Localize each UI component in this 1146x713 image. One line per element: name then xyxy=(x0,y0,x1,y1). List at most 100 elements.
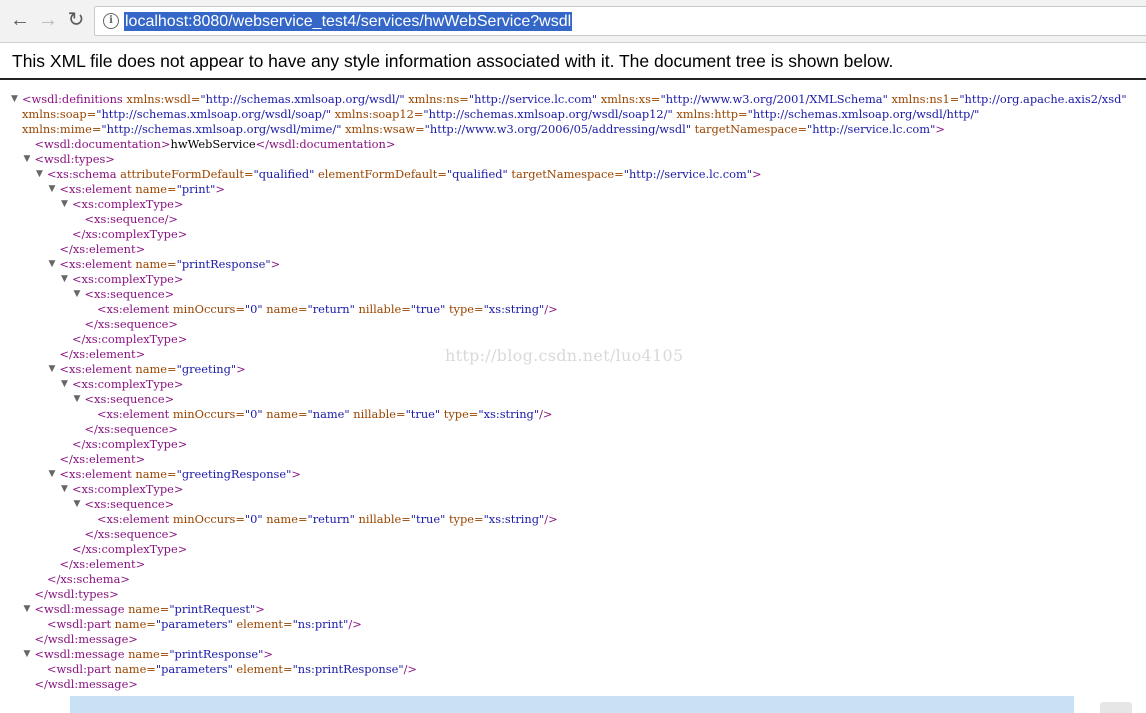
xml-attr-value: "http://org.apache.axis2/xsd" xyxy=(959,92,1127,106)
xml-attr-value: "true" xyxy=(410,302,446,316)
xml-attr-name: nillable= xyxy=(349,407,406,421)
xml-line-content: <xs:element name="greetingResponse"> xyxy=(60,467,301,482)
xml-line-content: <xs:sequence/> xyxy=(85,212,178,227)
reload-button[interactable]: ↻ xyxy=(64,8,88,32)
forward-button[interactable]: → xyxy=(36,8,60,32)
xml-attr-name: targetNamespace= xyxy=(691,122,807,136)
xml-attr-name: xmlns:soap12= xyxy=(331,107,424,121)
expand-toggle-icon[interactable]: ▼ xyxy=(24,152,31,167)
xml-tag: <xs:complexType> xyxy=(72,197,184,211)
xml-tag: <wsdl:part xyxy=(47,617,115,631)
xml-tag: <xs:element xyxy=(59,257,136,271)
xml-tag: <xs:element xyxy=(59,362,136,376)
xml-tag: <wsdl:message xyxy=(34,647,129,661)
xml-tag: > xyxy=(255,602,265,616)
xml-attr-value: "return" xyxy=(307,512,355,526)
back-arrow-icon: ← xyxy=(10,9,30,31)
xml-attr-name: minOccurs= xyxy=(172,407,245,421)
xml-tag: </xs:complexType> xyxy=(72,332,188,346)
xml-attr-name: name= xyxy=(262,512,308,526)
xml-line-content: xmlns:soap="http://schemas.xmlsoap.org/w… xyxy=(22,107,979,122)
xml-tag: </wsdl:message> xyxy=(34,632,138,646)
xml-line-content: </wsdl:message> xyxy=(35,677,138,692)
xml-tag: <wsdl:documentation> xyxy=(34,137,171,151)
expand-toggle-icon[interactable]: ▼ xyxy=(36,167,43,182)
xml-tag: <xs:sequence> xyxy=(84,392,175,406)
xml-attr-value: "0" xyxy=(244,512,263,526)
expand-toggle-icon[interactable]: ▼ xyxy=(11,92,18,107)
expand-toggle-icon[interactable]: ▼ xyxy=(49,257,56,272)
expand-toggle-icon[interactable]: ▼ xyxy=(74,497,81,512)
xml-tag: <wsdl:definitions xyxy=(22,92,127,106)
xml-attr-name: xmlns:ns1= xyxy=(887,92,960,106)
expand-toggle-icon[interactable]: ▼ xyxy=(61,482,68,497)
xml-tag: <xs:element xyxy=(97,512,173,526)
expand-toggle-icon[interactable]: ▼ xyxy=(61,272,68,287)
xml-attr-value: "parameters" xyxy=(155,617,233,631)
xml-line-content: </xs:sequence> xyxy=(85,422,178,437)
bottom-overlay-bar xyxy=(70,696,1074,713)
xml-tag: /> xyxy=(539,407,553,421)
xml-attr-value: "return" xyxy=(307,302,355,316)
xml-line-content: <wsdl:definitions xmlns:wsdl="http://sch… xyxy=(22,92,1127,107)
xml-tag: > xyxy=(215,182,225,196)
expand-toggle-icon[interactable]: ▼ xyxy=(74,392,81,407)
expand-toggle-icon[interactable]: ▼ xyxy=(49,182,56,197)
xml-attr-value: "ns:print" xyxy=(292,617,349,631)
expand-toggle-icon[interactable]: ▼ xyxy=(49,362,56,377)
xml-line-content: </xs:sequence> xyxy=(85,317,178,332)
xml-attr-name: targetNamespace= xyxy=(507,167,624,181)
xml-attr-value: "http://schemas.xmlsoap.org/wsdl/soap/" xyxy=(96,107,332,121)
expand-toggle-icon[interactable]: ▼ xyxy=(74,287,81,302)
xml-line-content: <xs:complexType> xyxy=(72,197,183,212)
url-text[interactable]: localhost:8080/webservice_test4/services… xyxy=(124,12,573,31)
xml-tag: </xs:element> xyxy=(59,452,146,466)
info-icon[interactable]: i xyxy=(103,13,119,29)
xml-attr-name: name= xyxy=(135,182,177,196)
xml-attr-value: "printResponse" xyxy=(169,647,264,661)
xml-line-content: <xs:element name="printResponse"> xyxy=(60,257,281,272)
back-button[interactable]: ← xyxy=(8,8,32,32)
xml-tag: <xs:element xyxy=(97,302,173,316)
xml-attr-name: minOccurs= xyxy=(172,512,245,526)
xml-line-content: </xs:element> xyxy=(60,452,146,467)
xml-tag: <wsdl:part xyxy=(47,662,115,676)
address-bar[interactable]: i localhost:8080/webservice_test4/servic… xyxy=(94,6,1146,36)
xml-line-content: <wsdl:part name="parameters" element="ns… xyxy=(47,662,417,677)
xml-attr-value: "0" xyxy=(244,407,263,421)
xml-attr-name: minOccurs= xyxy=(172,302,245,316)
xml-line-content: <xs:sequence> xyxy=(85,497,175,512)
xml-tag: > xyxy=(291,467,301,481)
xml-tag: /> xyxy=(348,617,362,631)
xml-line-content: </xs:element> xyxy=(60,557,146,572)
xml-line-content: <xs:complexType> xyxy=(72,482,183,497)
expand-toggle-icon[interactable]: ▼ xyxy=(49,467,56,482)
xml-attr-value: "ns:printResponse" xyxy=(292,662,404,676)
xml-line-content: <xs:element minOccurs="0" name="name" ni… xyxy=(97,407,552,422)
xml-attr-value: "printResponse" xyxy=(176,257,271,271)
xml-attr-value: "true" xyxy=(410,512,446,526)
xml-attr-name: name= xyxy=(135,257,177,271)
xml-tag: > xyxy=(270,257,281,271)
expand-toggle-icon[interactable]: ▼ xyxy=(61,377,68,392)
xml-attr-value: "0" xyxy=(244,302,263,316)
xml-tag: <xs:complexType> xyxy=(72,482,184,496)
xml-tag: </wsdl:types> xyxy=(34,587,119,601)
xml-line-content: </wsdl:types> xyxy=(35,587,119,602)
xml-attr-value: "http://schemas.xmlsoap.org/wsdl/http/" xyxy=(747,107,980,121)
xml-attr-name: elementFormDefault= xyxy=(314,167,447,181)
corner-button[interactable] xyxy=(1100,702,1132,713)
xml-style-notice: This XML file does not appear to have an… xyxy=(12,51,894,71)
expand-toggle-icon[interactable]: ▼ xyxy=(24,647,31,662)
xml-tag: </xs:sequence> xyxy=(84,317,178,331)
xml-line-content: <xs:complexType> xyxy=(72,272,183,287)
xml-tag: > xyxy=(935,122,945,136)
xml-line-content: <xs:sequence> xyxy=(85,392,175,407)
xml-line-content: </xs:element> xyxy=(60,347,146,362)
expand-toggle-icon[interactable]: ▼ xyxy=(24,602,31,617)
xml-tag: <wsdl:message xyxy=(34,602,129,616)
expand-toggle-icon[interactable]: ▼ xyxy=(61,197,68,212)
xml-tag: </xs:element> xyxy=(59,557,146,571)
notice-divider xyxy=(0,78,1146,80)
xml-attr-name: name= xyxy=(114,662,156,676)
